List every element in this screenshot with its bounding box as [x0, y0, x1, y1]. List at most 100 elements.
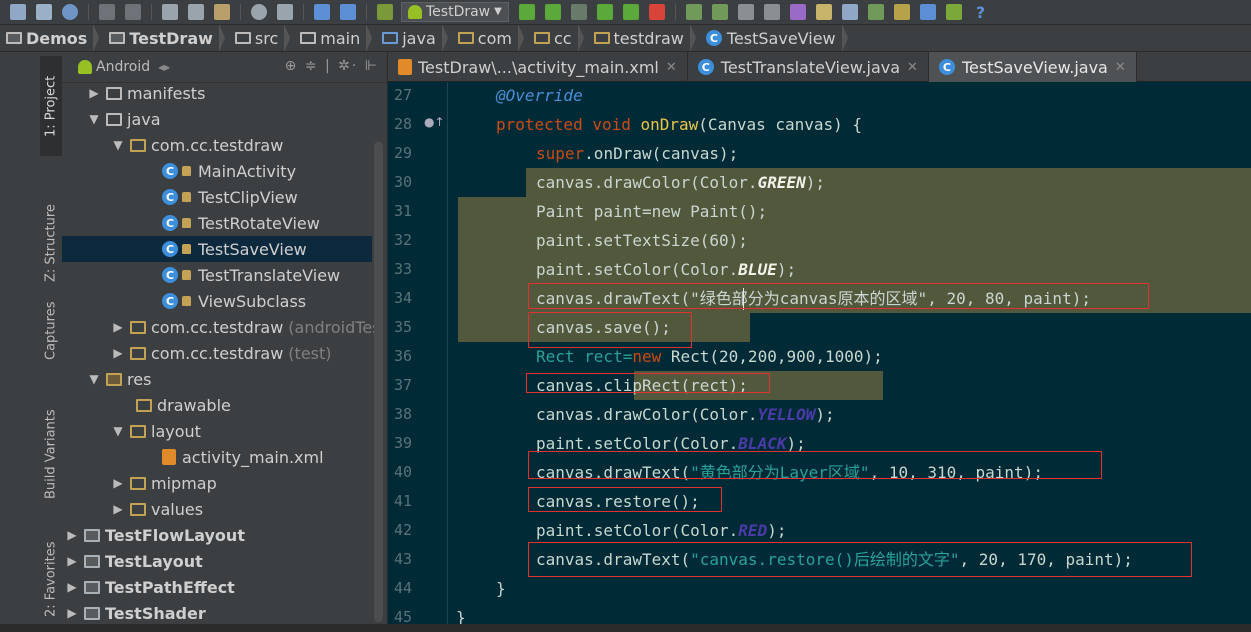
- tree-item-package[interactable]: ▼ com.cc.testdraw: [112, 132, 283, 158]
- tree-item-module[interactable]: ▶ TestFlowLayout: [66, 522, 245, 548]
- tree-item-class[interactable]: C TestRotateView: [162, 210, 320, 236]
- line-number: 44: [394, 579, 413, 597]
- stop-icon[interactable]: [648, 4, 665, 20]
- tree-item-class[interactable]: C MainActivity: [162, 158, 296, 184]
- tab-captures[interactable]: Captures: [40, 288, 62, 374]
- code-area[interactable]: @Override protected void onDraw(Canvas c…: [448, 82, 1251, 624]
- close-icon[interactable]: ✕: [1115, 60, 1126, 75]
- tree-item-class-selected[interactable]: C TestSaveView: [62, 236, 372, 262]
- breadcrumb-item-demos[interactable]: Demos: [0, 24, 103, 52]
- apply-changes-icon[interactable]: [570, 4, 587, 20]
- sync-icon[interactable]: [62, 4, 78, 20]
- tab-activity-main-xml[interactable]: TestDraw\...\activity_main.xml ✕: [388, 52, 688, 82]
- tree-item-package[interactable]: ▶ com.cc.testdraw (androidTes: [112, 314, 380, 340]
- run-icon[interactable]: [518, 4, 535, 20]
- package-icon: [533, 32, 550, 44]
- collapse-arrow-icon[interactable]: ▼: [112, 138, 124, 152]
- back-arrow-icon[interactable]: [314, 4, 330, 20]
- tab-project[interactable]: 1: Project: [40, 56, 62, 156]
- tree-item-manifests[interactable]: ▶ manifests: [88, 80, 205, 106]
- expand-arrow-icon[interactable]: ▶: [66, 606, 78, 620]
- collapse-arrow-icon[interactable]: ▼: [88, 112, 100, 126]
- override-marker-icon[interactable]: ●↑: [424, 115, 445, 129]
- tree-item-module[interactable]: ▶ TestPathEffect: [66, 574, 234, 600]
- undo-icon[interactable]: [99, 4, 115, 20]
- help-icon[interactable]: ?: [976, 3, 985, 22]
- redo-icon[interactable]: [125, 4, 141, 20]
- sdk-manager-icon[interactable]: [711, 4, 728, 20]
- expand-arrow-icon[interactable]: ▶: [66, 528, 78, 542]
- expand-arrow-icon[interactable]: ▶: [112, 320, 124, 334]
- run-configuration-selector[interactable]: TestDraw ▼: [401, 2, 509, 22]
- collapse-arrow-icon[interactable]: ▼: [88, 372, 100, 386]
- collapse-arrow-icon[interactable]: ▼: [112, 424, 124, 438]
- tree-item-file[interactable]: activity_main.xml: [162, 444, 324, 470]
- code-token: @Override: [496, 86, 583, 105]
- code-token: .onDraw(canvas);: [584, 144, 739, 163]
- tree-item-package[interactable]: ▶ com.cc.testdraw (test): [112, 340, 331, 366]
- tree-item-folder[interactable]: ▼ layout: [112, 418, 201, 444]
- close-icon[interactable]: ✕: [907, 60, 918, 75]
- expand-arrow-icon[interactable]: ▶: [112, 476, 124, 490]
- tree-item-res[interactable]: ▼ res: [88, 366, 151, 392]
- device-monitor-icon[interactable]: [815, 4, 832, 20]
- sync-gradle-icon[interactable]: [763, 4, 780, 20]
- save-all-icon[interactable]: [36, 4, 52, 20]
- code-token: onDraw: [640, 115, 699, 134]
- tree-item-folder[interactable]: ▶ mipmap: [112, 470, 216, 496]
- debug-icon[interactable]: [544, 4, 561, 20]
- refresh-icon[interactable]: [789, 4, 806, 20]
- save-file-icon[interactable]: [919, 4, 936, 20]
- profiler-icon[interactable]: [893, 4, 910, 20]
- expand-arrow-icon[interactable]: ▶: [112, 502, 124, 516]
- breadcrumb-label: TestDraw: [129, 28, 213, 48]
- expand-arrow-icon[interactable]: ▶: [88, 86, 100, 100]
- breadcrumb-item-testsaveview[interactable]: C TestSaveView: [700, 24, 852, 52]
- tab-testsaveview[interactable]: C TestSaveView.java ✕: [928, 52, 1137, 82]
- replace-icon[interactable]: [277, 4, 293, 20]
- tree-item-label: ViewSubclass: [198, 291, 307, 311]
- tree-item-class[interactable]: C TestTranslateView: [162, 262, 340, 288]
- cut-icon[interactable]: [162, 4, 178, 20]
- breadcrumb-item-main[interactable]: main: [294, 24, 376, 52]
- rerun-icon[interactable]: [622, 4, 639, 20]
- attach-debugger-icon[interactable]: [596, 4, 613, 20]
- project-structure-icon[interactable]: [737, 4, 754, 20]
- tree-item-module[interactable]: ▶ TestShader: [66, 600, 205, 626]
- tree-item-java[interactable]: ▼ java: [88, 106, 160, 132]
- avd-manager-icon[interactable]: [685, 4, 702, 20]
- expand-arrow-icon[interactable]: ▶: [112, 346, 124, 360]
- class-icon: C: [162, 163, 178, 179]
- expand-arrow-icon[interactable]: ▶: [66, 554, 78, 568]
- make-project-icon[interactable]: [377, 4, 393, 20]
- layout-inspector-icon[interactable]: [841, 4, 858, 20]
- android-robot-icon[interactable]: [945, 4, 962, 20]
- breadcrumb-item-testdraw[interactable]: TestDraw: [103, 24, 229, 52]
- tab-favorites[interactable]: 2: Favorites: [40, 536, 62, 622]
- copy-icon[interactable]: [188, 4, 204, 20]
- close-icon[interactable]: ✕: [666, 60, 677, 75]
- tree-item-module[interactable]: ▶ TestLayout: [66, 548, 202, 574]
- expand-arrow-icon[interactable]: ▶: [66, 580, 78, 594]
- tab-build-variants[interactable]: Build Variants: [40, 394, 62, 514]
- breadcrumb-item-testdraw-package[interactable]: testdraw: [588, 24, 700, 52]
- breadcrumb-item-com[interactable]: com: [452, 24, 528, 52]
- panel-tools[interactable]: ⊕ ≑ | ✲· ⊩: [285, 58, 379, 74]
- tree-item-folder[interactable]: drawable: [136, 392, 231, 418]
- view-switch-icon[interactable]: ◂▸: [158, 60, 170, 74]
- tab-testtranslateview[interactable]: C TestTranslateView.java ✕: [688, 52, 929, 82]
- find-icon[interactable]: [251, 4, 267, 20]
- open-folder-icon[interactable]: [10, 4, 26, 20]
- project-view-selector[interactable]: Android: [96, 59, 150, 75]
- paste-icon[interactable]: [214, 4, 230, 20]
- tree-item-folder[interactable]: ▶ values: [112, 496, 203, 522]
- project-scrollbar[interactable]: [374, 142, 383, 622]
- breadcrumb-item-src[interactable]: src: [229, 24, 294, 52]
- forward-arrow-icon[interactable]: [340, 4, 356, 20]
- tree-item-class[interactable]: C TestClipView: [162, 184, 298, 210]
- breadcrumb-item-cc[interactable]: cc: [528, 24, 588, 52]
- android-monitor-icon[interactable]: [867, 4, 884, 20]
- tree-item-label: res: [127, 369, 152, 389]
- breadcrumb-item-java[interactable]: java: [376, 24, 452, 52]
- tree-item-class[interactable]: C ViewSubclass: [162, 288, 306, 314]
